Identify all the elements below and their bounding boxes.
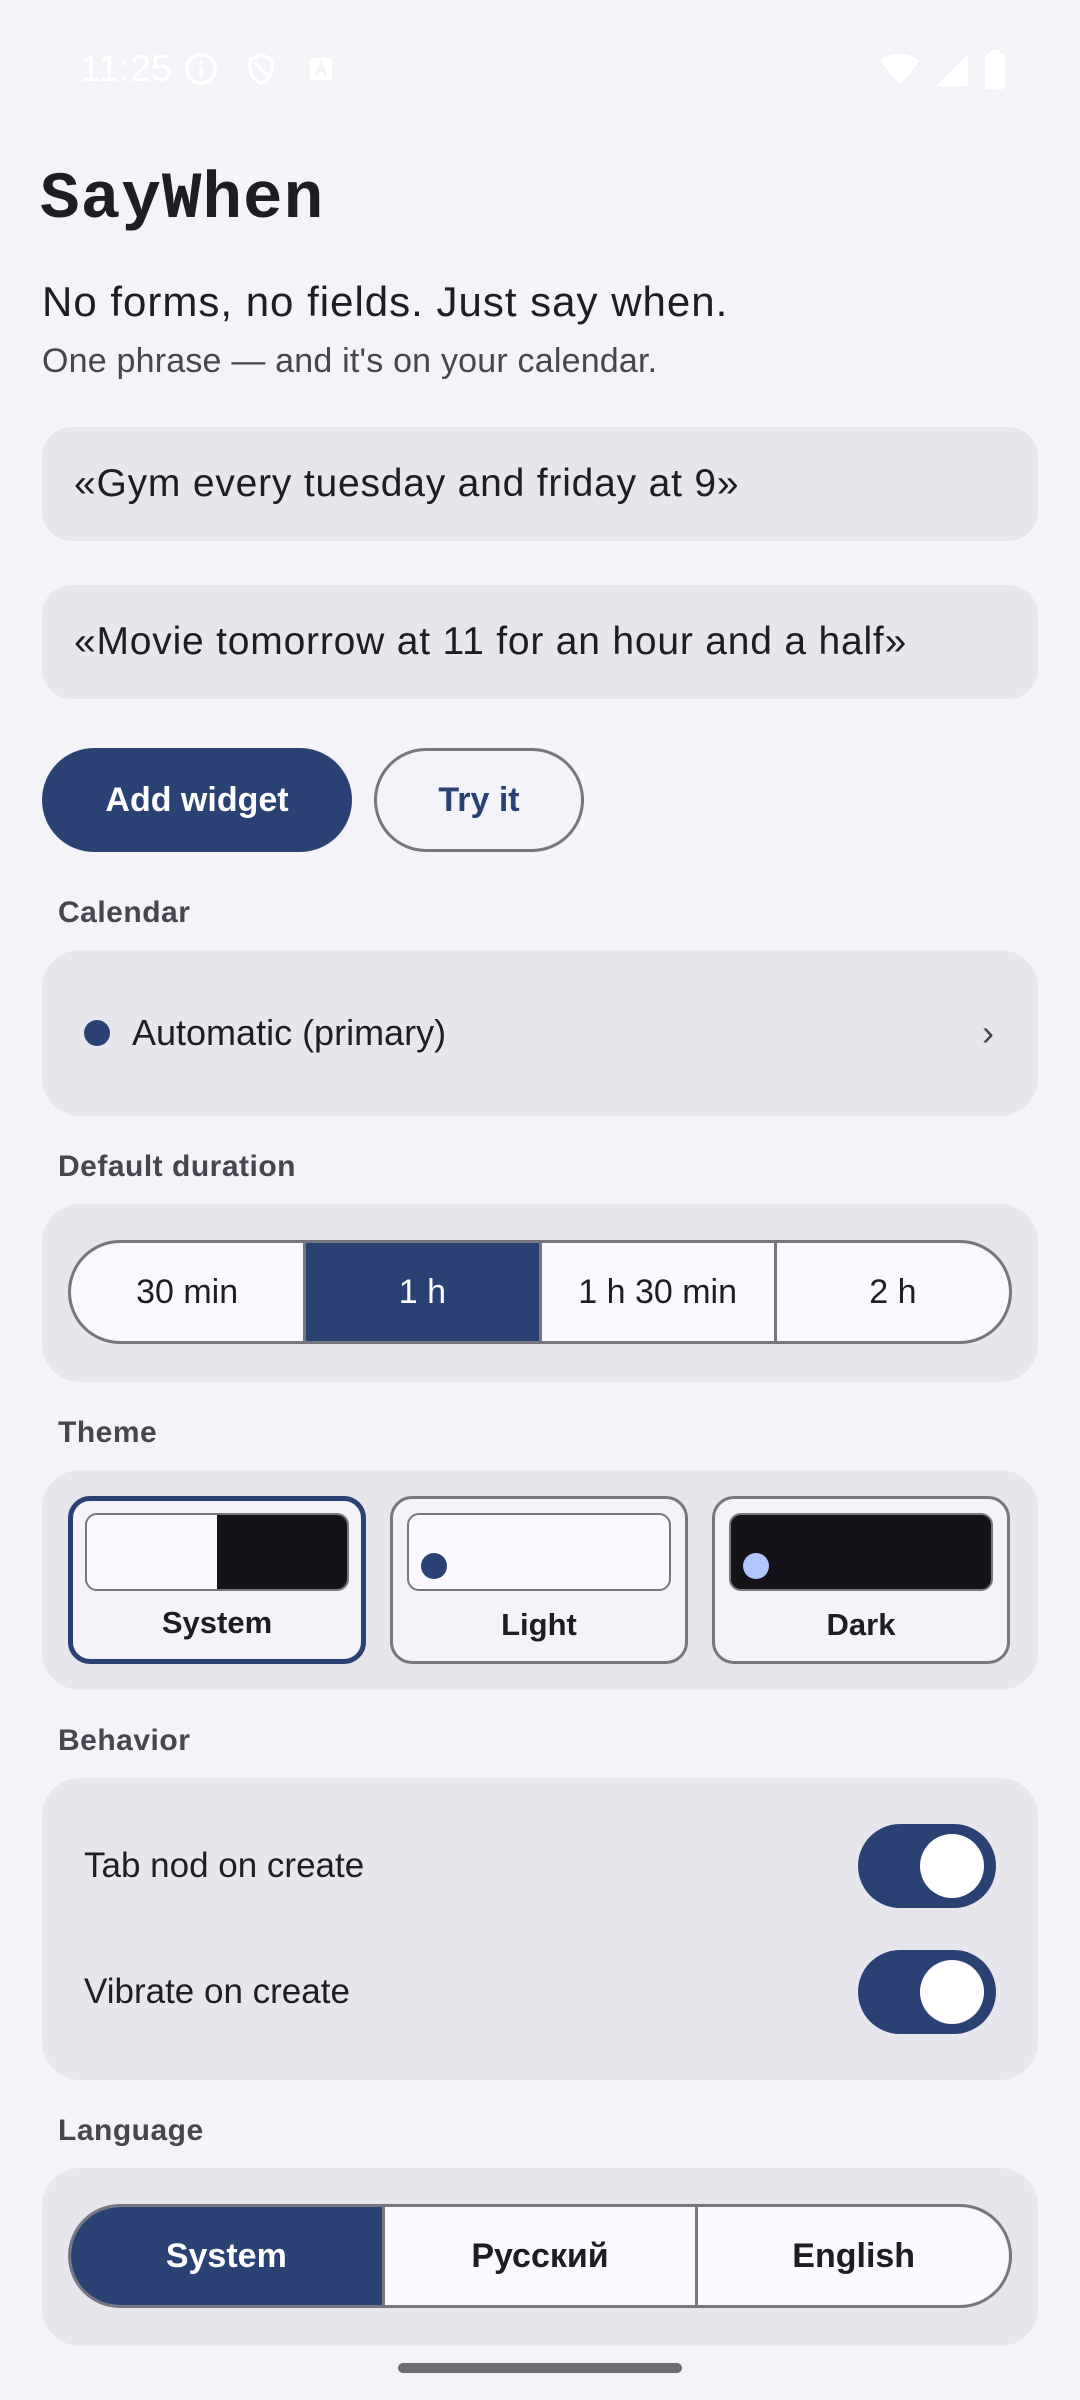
calendar-color-dot [84, 1020, 110, 1046]
theme-panel: System Light Dark [42, 1470, 1038, 1690]
toggle-label: Tab nod on create [84, 1846, 365, 1885]
home-indicator[interactable] [398, 2363, 682, 2373]
duration-option-1h30min[interactable]: 1 h 30 min [542, 1243, 777, 1341]
duration-segmented-control: 30 min 1 h 1 h 30 min 2 h [68, 1240, 1012, 1344]
example-phrase-card[interactable]: «Gym every tuesday and friday at 9» [42, 427, 1038, 541]
theme-option-label: Light [501, 1607, 577, 1642]
theme-option-system[interactable]: System [68, 1496, 366, 1664]
language-option-russian[interactable]: Русский [385, 2207, 699, 2305]
behavior-section-label: Behavior [58, 1724, 191, 1757]
status-time: 11:25 [80, 48, 173, 89]
status-bar: 11:25 [0, 0, 1080, 136]
language-segmented-control: System Русский English [68, 2204, 1012, 2308]
status-icons-left [182, 50, 340, 88]
theme-preview-dark [729, 1513, 993, 1591]
theme-option-label: Dark [826, 1607, 896, 1642]
chevron-right-icon: › [982, 1012, 994, 1053]
theme-preview-system [85, 1513, 349, 1591]
theme-section-label: Theme [58, 1416, 158, 1449]
tagline: No forms, no fields. Just say when. [42, 278, 729, 325]
text-a-icon [309, 57, 333, 81]
duration-option-30min[interactable]: 30 min [71, 1243, 307, 1341]
wifi-icon [879, 53, 921, 85]
tab-nod-switch[interactable] [858, 1824, 996, 1908]
add-widget-button[interactable]: Add widget [42, 748, 352, 852]
shield-icon [248, 53, 274, 85]
language-option-system[interactable]: System [71, 2207, 385, 2305]
toggle-row-tab-nod: Tab nod on create [84, 1824, 996, 1908]
example-phrase-card[interactable]: «Movie tomorrow at 11 for an hour and a … [42, 585, 1038, 699]
info-circle-icon [185, 53, 217, 85]
theme-preview-light [407, 1513, 671, 1591]
calendar-selector[interactable]: Automatic (primary) › [42, 950, 1038, 1116]
duration-option-1h[interactable]: 1 h [306, 1243, 542, 1341]
calendar-selected-value: Automatic (primary) [132, 1012, 447, 1053]
toggle-label: Vibrate on create [84, 1972, 350, 2011]
language-section-label: Language [58, 2114, 204, 2147]
toggle-row-vibrate: Vibrate on create [84, 1950, 996, 2034]
language-panel: System Русский English [42, 2168, 1038, 2346]
duration-panel: 30 min 1 h 1 h 30 min 2 h [42, 1204, 1038, 1382]
status-icons-right [878, 50, 1008, 90]
duration-option-2h[interactable]: 2 h [777, 1243, 1009, 1341]
switch-knob [920, 1960, 984, 2024]
calendar-section-label: Calendar [58, 896, 191, 929]
try-it-button[interactable]: Try it [374, 748, 584, 852]
theme-option-label: System [161, 1605, 273, 1640]
theme-option-dark[interactable]: Dark [712, 1496, 1010, 1664]
subtagline: One phrase — and it's on your calendar. [42, 342, 658, 380]
duration-section-label: Default duration [58, 1150, 296, 1183]
behavior-panel: Tab nod on create Vibrate on create [42, 1778, 1038, 2080]
language-option-english[interactable]: English [698, 2207, 1009, 2305]
vibrate-switch[interactable] [858, 1950, 996, 2034]
theme-option-light[interactable]: Light [390, 1496, 688, 1664]
cell-signal-icon [935, 53, 969, 87]
battery-icon [985, 50, 1005, 90]
switch-knob [920, 1834, 984, 1898]
app-title: SayWhen [40, 162, 325, 237]
